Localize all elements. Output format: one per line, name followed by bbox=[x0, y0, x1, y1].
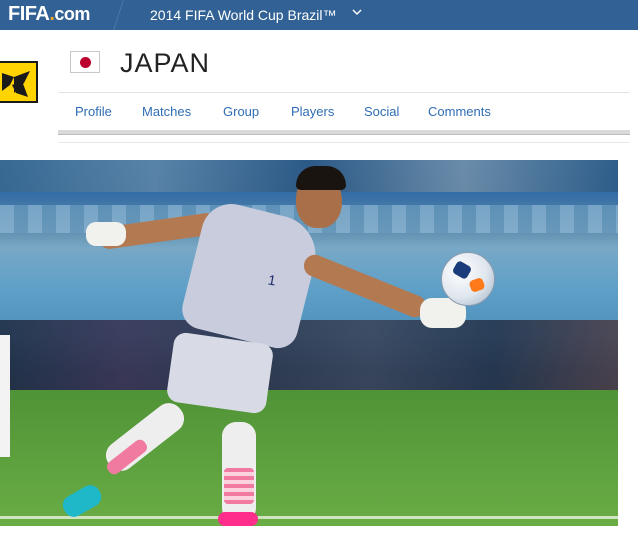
hero-photo: 1 bbox=[0, 160, 618, 526]
slider-edge bbox=[0, 335, 10, 457]
pitch-line bbox=[0, 516, 618, 519]
logo-main: FIFA bbox=[8, 3, 50, 25]
chevron-down-icon[interactable] bbox=[352, 5, 362, 19]
logo-com: com bbox=[54, 4, 90, 24]
top-bar: FIFA.com 2014 FIFA World Cup Brazil™ bbox=[0, 0, 638, 30]
tab-group[interactable]: Group bbox=[223, 104, 259, 119]
team-crest-icon bbox=[0, 61, 38, 103]
divider bbox=[58, 92, 630, 93]
tab-players[interactable]: Players bbox=[291, 104, 334, 119]
tab-social[interactable]: Social bbox=[364, 104, 399, 119]
team-name: JAPAN bbox=[120, 48, 211, 78]
topbar-divider bbox=[113, 0, 124, 30]
tab-comments[interactable]: Comments bbox=[428, 104, 491, 119]
edition-selector[interactable]: 2014 FIFA World Cup Brazil™ bbox=[150, 7, 336, 23]
tab-matches[interactable]: Matches bbox=[142, 104, 191, 119]
fifa-logo[interactable]: FIFA.com bbox=[8, 3, 90, 26]
tab-profile[interactable]: Profile bbox=[75, 104, 112, 119]
japan-flag-icon bbox=[70, 51, 100, 73]
bench-players bbox=[0, 320, 618, 390]
nav-underline bbox=[58, 130, 630, 135]
divider bbox=[58, 142, 630, 143]
football bbox=[441, 252, 495, 306]
